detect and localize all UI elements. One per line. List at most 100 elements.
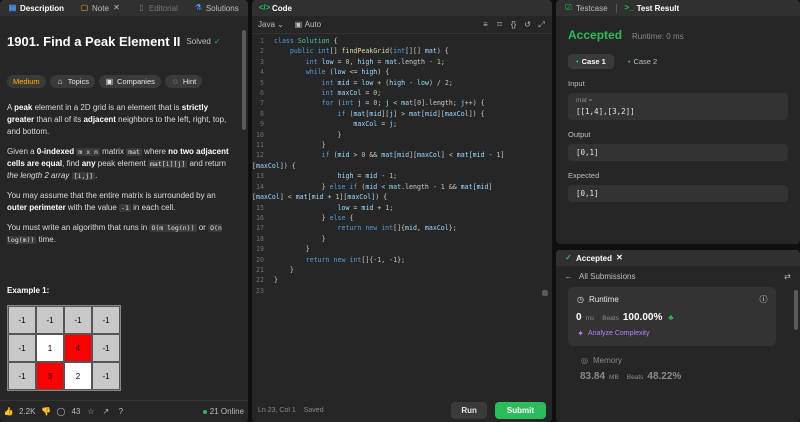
expected-label: Expected: [568, 171, 600, 180]
grid-cell-peak: 4: [64, 334, 92, 362]
runtime-beats: 100.00%: [622, 312, 663, 323]
code-icon: </>: [258, 3, 271, 12]
online-dot: [202, 409, 207, 414]
grid-cell: 2: [64, 362, 92, 390]
code-editor-panel: </> Code Java ⌄ ▣ Auto ≡ ⌑ {} ↺ ⤢ 1 class…: [252, 0, 552, 422]
grid-cell: -1: [36, 306, 64, 334]
grid-cell: -1: [64, 306, 92, 334]
all-submissions-link[interactable]: All Submissions: [579, 272, 635, 281]
lock-icon: ▣: [294, 19, 303, 29]
share-icon[interactable]: ↗: [101, 407, 110, 416]
beats-label: Beats: [626, 374, 644, 381]
bookmark-icon[interactable]: ⌑: [495, 20, 504, 29]
hint-button[interactable]: ◌ Hint: [164, 75, 203, 88]
leetcode-badge-icon: ♣: [668, 313, 674, 322]
star-icon[interactable]: ☆: [86, 407, 95, 416]
close-icon[interactable]: ✕: [615, 254, 624, 263]
code-area[interactable]: 1 class Solution { 2 public int[] findPea…: [252, 36, 552, 396]
notes-icon[interactable]: ≡: [481, 20, 490, 29]
result-status: Accepted: [568, 28, 623, 42]
editorial-icon: ▯: [139, 3, 144, 12]
editor-scrollbar[interactable]: [542, 290, 548, 296]
grid-cell-peak: 3: [36, 362, 64, 390]
reset-icon[interactable]: ↺: [523, 20, 532, 29]
submit-button[interactable]: Submit: [494, 401, 546, 419]
run-button[interactable]: Run: [451, 401, 487, 419]
lock-icon: ▣: [105, 76, 114, 86]
tab-solutions[interactable]: ⚗ Solutions: [190, 0, 243, 16]
note-icon: ▢: [80, 3, 89, 12]
description-footer: 👍 2.2K 👎 ◯ 43 ☆ ↗ ? 21 Online: [0, 400, 248, 422]
runtime-card[interactable]: ◷ Runtime ⓘ 0 ms Beats 100.00% ♣ ✦ Analy…: [568, 287, 776, 346]
input-var-name: mat =: [576, 97, 593, 104]
problem-description: 1901. Find a Peak Element II Solved ✓ Me…: [0, 16, 240, 398]
checkbox-icon: ☑: [564, 3, 573, 12]
submission-stats: ◷ Runtime ⓘ 0 ms Beats 100.00% ♣ ✦ Analy…: [556, 287, 800, 382]
clock-icon: ◷: [577, 294, 584, 304]
solutions-icon: ⚗: [194, 3, 202, 12]
online-indicator: 21 Online: [202, 407, 244, 416]
tab-test-result[interactable]: >_ Test Result: [621, 0, 684, 16]
editor-toolbar: Java ⌄ ▣ Auto ≡ ⌑ {} ↺ ⤢: [252, 16, 552, 34]
tab-testcase[interactable]: ☑ Testcase: [560, 0, 612, 16]
editor-tools: ≡ ⌑ {} ↺ ⤢: [481, 20, 546, 29]
tab-description[interactable]: ▤ Description: [4, 0, 68, 16]
submission-panel: ✓ Accepted ✕ ← All Submissions ⇄ ◷ Runti…: [556, 250, 800, 422]
sparkle-icon: ✦: [577, 328, 584, 338]
grid-cell: -1: [92, 334, 120, 362]
terminal-icon: >_: [624, 3, 634, 12]
solved-indicator: Solved ✓: [186, 36, 221, 46]
analyze-complexity-link[interactable]: ✦ Analyze Complexity: [576, 329, 768, 338]
grid-cell: 1: [36, 334, 64, 362]
description-tabbar: ▤ Description ▢ Note ✕ ▯ Editorial ⚗ Sol…: [0, 0, 248, 16]
beats-label: Beats: [602, 315, 619, 322]
editor-footer: Ln 23, Col 1 Saved Run Submit: [252, 398, 552, 422]
description-icon: ▤: [8, 3, 17, 12]
difficulty-badge[interactable]: Medium: [7, 75, 46, 88]
tab-editorial[interactable]: ▯ Editorial: [133, 0, 182, 16]
topics-button[interactable]: ⌂ Topics: [49, 75, 95, 88]
problem-title: 1901. Find a Peak Element II Solved ✓: [7, 34, 221, 49]
thumbs-down-icon[interactable]: 👎: [41, 407, 51, 416]
back-arrow-icon[interactable]: ←: [564, 272, 573, 281]
example-grid-image: -1 -1 -1 -1 -1 1 4 -1 -1 3 2 -1: [7, 305, 121, 391]
tab-note[interactable]: ▢ Note ✕: [76, 0, 125, 16]
result-tabbar: ☑ Testcase >_ Test Result: [556, 0, 800, 16]
case-2-tab[interactable]: • Case 2: [620, 54, 665, 69]
close-icon[interactable]: ✕: [112, 4, 121, 13]
help-icon[interactable]: ?: [116, 407, 125, 416]
description-panel: ▤ Description ▢ Note ✕ ▯ Editorial ⚗ Sol…: [0, 0, 248, 422]
tab-divider: [615, 3, 617, 13]
memory-section[interactable]: ◎ Memory 83.84 MB Beats 48.22%: [568, 346, 776, 382]
description-paragraph: You may assume that the entire matrix is…: [7, 191, 216, 212]
submission-tabbar: ✓ Accepted ✕: [556, 250, 800, 266]
problem-tags: Medium ⌂ Topics ▣ Companies ◌ Hint: [7, 75, 233, 88]
autocomplete-mode[interactable]: ▣ Auto: [294, 19, 322, 30]
tag-icon: ⌂: [57, 76, 63, 86]
grid-cell: -1: [8, 306, 36, 334]
grid-cell: -1: [8, 362, 36, 390]
input-value-box: mat = [[1,4],[3,2]]: [568, 93, 788, 120]
fullscreen-icon[interactable]: ⤢: [537, 20, 546, 29]
cursor-position: Ln 23, Col 1: [258, 406, 296, 414]
description-scrollbar[interactable]: [242, 30, 246, 130]
editor-tabbar: </> Code: [252, 0, 552, 16]
grid-cell: -1: [92, 306, 120, 334]
comment-icon[interactable]: ◯: [56, 407, 65, 416]
description-paragraph: You must write an algorithm that runs in…: [7, 223, 222, 244]
likes-count: 2.2K: [19, 407, 36, 416]
thumbs-up-icon[interactable]: 👍: [4, 407, 14, 416]
companies-button[interactable]: ▣ Companies: [98, 75, 161, 88]
language-select[interactable]: Java ⌄: [258, 20, 284, 29]
grid-cell: -1: [8, 334, 36, 362]
link-icon[interactable]: ⇄: [783, 272, 792, 281]
output-label: Output: [568, 130, 591, 139]
tab-code[interactable]: </> Code: [256, 0, 296, 16]
tab-accepted[interactable]: ✓ Accepted ✕: [560, 250, 628, 266]
case-1-tab[interactable]: • Case 1: [568, 54, 614, 69]
info-icon[interactable]: ⓘ: [759, 295, 768, 304]
input-label: Input: [568, 79, 585, 88]
submission-scrollbar[interactable]: [794, 290, 798, 330]
grid-cell: -1: [92, 362, 120, 390]
format-braces-icon[interactable]: {}: [509, 20, 518, 29]
